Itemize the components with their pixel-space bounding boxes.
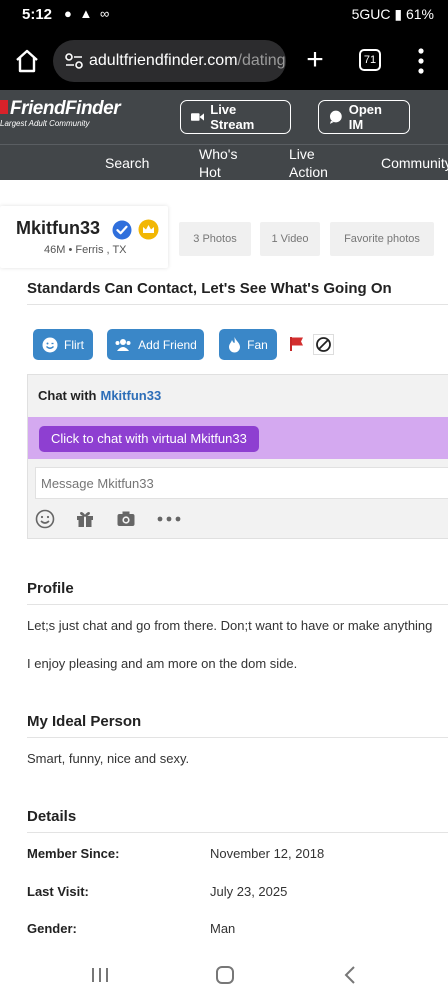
profile-summary-card: Mkitfun33 46M • Ferris , TX [0,206,168,268]
live-stream-label: Live Stream [210,102,255,132]
browser-toolbar: adultfriendfinder.com/dating + 71 [0,32,448,90]
live-stream-button[interactable]: Live Stream [180,100,291,134]
nav-whos-hot-line2: Hot [199,164,221,180]
open-im-label: Open IM [348,102,382,132]
tab-favorite-photos[interactable]: Favorite photos [330,222,434,256]
nav-community[interactable]: Community [381,154,448,172]
nav-whos-hot-line1: Who's [199,146,238,162]
url-text: adultfriendfinder.com/dating [89,52,286,70]
site-nav: Search Who's Hot Live Action Community [0,144,448,180]
open-im-button[interactable]: Open IM [318,100,410,134]
virtual-chat-banner: Click to chat with virtual Mkitfun33 [28,417,448,459]
chat-panel: Chat with Mkitfun33 Click to chat with vi… [27,374,448,539]
users-icon [115,338,131,351]
status-bar: 5:12 ● ▲ ∞ 5GUC ▮ 61% [0,0,448,32]
ideal-person-title: My Ideal Person [27,713,142,730]
chat-with-label: Chat with [38,388,97,403]
add-friend-label: Add Friend [138,337,197,352]
divider [27,604,448,605]
notification-icons: ● ▲ ∞ [64,6,112,21]
block-icon[interactable] [313,334,334,355]
camera-icon[interactable] [116,509,136,529]
nav-whos-hot[interactable]: Who's Hot [199,145,237,181]
more-options-icon[interactable] [156,509,182,529]
crown-icon [138,219,159,240]
home-icon[interactable] [14,48,40,74]
logo-mark [0,100,8,114]
new-tab-icon[interactable]: + [302,45,328,75]
url-main: adultfriendfinder.com [89,52,238,69]
site-tagline: Largest Adult Community [0,119,90,128]
status-time: 5:12 [22,6,53,23]
smiley-icon [42,337,58,352]
more-menu-icon[interactable] [416,46,426,76]
last-visit-label: Last Visit: [27,884,89,899]
last-visit-value: July 23, 2025 [210,884,288,899]
gender-label: Gender: [27,921,77,936]
nav-live-action-line1: Live [289,146,315,162]
brand-name: FriendFinder [10,98,121,119]
nav-live-action-line2: Action [289,164,328,180]
nav-live-action[interactable]: Live Action [289,145,328,181]
fan-label: Fan [247,337,268,352]
network-label: 5GUC [351,6,391,22]
chat-heading: Chat with Mkitfun33 [38,388,161,403]
recent-apps-icon[interactable] [89,964,111,986]
chat-bubble-icon [329,110,342,124]
member-since-value: November 12, 2018 [210,846,325,861]
system-nav-bar [0,950,448,1000]
status-right: 5GUC ▮ 61% [352,6,434,23]
verified-badge-icon [112,220,132,240]
profile-username: Mkitfun33 [16,218,101,238]
nav-search[interactable]: Search [105,154,149,172]
divider [27,832,448,833]
gift-icon[interactable] [75,509,95,529]
tab-switcher-button[interactable]: 71 [359,49,381,71]
emoji-icon[interactable] [35,509,55,529]
gender-value: Man [210,921,236,936]
url-path: /dating [237,52,286,69]
add-friend-button[interactable]: Add Friend [107,329,204,360]
battery-label: 61% [405,6,434,22]
divider [27,737,448,738]
site-settings-icon[interactable] [65,53,83,69]
flame-icon [229,336,241,352]
video-camera-icon [191,113,205,121]
profile-text-2: I enjoy pleasing and am more on the dom … [27,656,298,671]
report-flag-icon[interactable] [289,336,305,352]
site-header: FriendFinder Largest Adult Community Liv… [0,90,448,144]
tab-video[interactable]: 1 Video [260,222,320,256]
site-logo[interactable]: FriendFinder Largest Adult Community [0,98,121,128]
profile-section-title: Profile [27,580,74,597]
divider [27,304,448,305]
flirt-button[interactable]: Flirt [33,329,93,360]
details-title: Details [27,808,77,825]
virtual-chat-button[interactable]: Click to chat with virtual Mkitfun33 [39,426,259,452]
address-bar[interactable]: adultfriendfinder.com/dating [53,40,286,82]
profile-text-1: Let;s just chat and go from there. Don;t… [27,618,433,633]
signal-icon: ▮ [394,6,403,22]
back-icon[interactable] [340,964,362,986]
chat-recipient-link[interactable]: Mkitfun33 [101,388,162,403]
member-since-label: Member Since: [27,846,120,861]
profile-headline: Standards Can Contact, Let's See What's … [27,280,392,297]
profile-meta: 46M • Ferris , TX [44,244,127,256]
fan-button[interactable]: Fan [219,329,277,360]
tab-photos[interactable]: 3 Photos [179,222,251,256]
home-button-icon[interactable] [214,964,236,986]
ideal-person-text: Smart, funny, nice and sexy. [27,751,190,766]
flirt-label: Flirt [64,337,84,352]
message-input[interactable] [35,467,448,499]
